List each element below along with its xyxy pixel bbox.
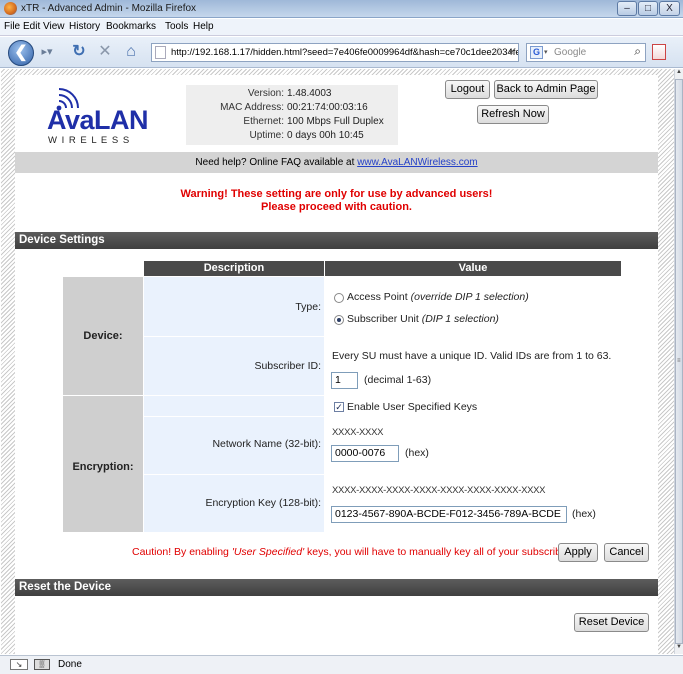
uptime-label: Uptime: bbox=[249, 130, 284, 141]
ethernet-value: 100 Mbps Full Duplex bbox=[287, 116, 384, 127]
network-name-input[interactable]: 0000-0076 bbox=[331, 445, 399, 462]
forward-dropdown-icon[interactable]: ▸▾ bbox=[36, 41, 58, 63]
scroll-grip-icon: ≡ bbox=[677, 358, 681, 364]
faq-link[interactable]: www.AvaLANWireless.com bbox=[357, 157, 477, 168]
cancel-button[interactable]: Cancel bbox=[604, 543, 649, 562]
enc-key-value-cell bbox=[325, 475, 621, 532]
subscriber-id-label: Subscriber ID: bbox=[254, 360, 321, 372]
network-name-format: XXXX-XXXX bbox=[332, 427, 384, 438]
menu-file[interactable]: File bbox=[4, 21, 20, 32]
firefox-icon bbox=[4, 2, 17, 15]
encryption-label: Encryption: bbox=[72, 461, 134, 473]
uptime-value: 0 days 00h 10:45 bbox=[287, 130, 364, 141]
menu-edit[interactable]: Edit bbox=[23, 21, 40, 32]
console-icon[interactable]: ▒ bbox=[34, 659, 50, 670]
type-label: Type: bbox=[295, 301, 321, 313]
menu-tools[interactable]: Tools bbox=[165, 21, 188, 32]
access-point-label: Access Point (override DIP 1 selection) bbox=[347, 291, 529, 303]
device-info-box: Version: 1.48.4003 MAC Address: 00:21:74… bbox=[186, 85, 398, 145]
google-icon[interactable]: G bbox=[530, 46, 543, 59]
mac-value: 00:21:74:00:03:16 bbox=[287, 102, 368, 113]
menu-bookmarks[interactable]: Bookmarks bbox=[106, 21, 156, 32]
window-title-bar: xTR - Advanced Admin - Mozilla Firefox –… bbox=[0, 0, 683, 18]
page-content: AvaLAN W I R E L E S S Version: 1.48.400… bbox=[1, 69, 674, 654]
subscriber-id-input[interactable]: 1 bbox=[331, 372, 358, 389]
minimize-button[interactable]: – bbox=[617, 1, 637, 16]
enc-key-input[interactable]: 0123-4567-890A-BCDE-F012-3456-789A-BCDE bbox=[331, 506, 567, 523]
back-arrow-icon[interactable]: ❮ bbox=[8, 40, 34, 66]
vertical-scrollbar[interactable]: ▲ ≡ ▼ bbox=[674, 69, 683, 654]
menu-help[interactable]: Help bbox=[193, 21, 214, 32]
help-text: Need help? Online FAQ available at bbox=[195, 157, 355, 168]
bookmark-star-icon[interactable]: ☆ bbox=[493, 44, 503, 61]
maximize-button[interactable]: □ bbox=[638, 1, 658, 16]
status-bar: ↘ ▒ Done bbox=[0, 655, 683, 674]
description-column-header: Description bbox=[144, 261, 324, 276]
mac-label: MAC Address: bbox=[220, 102, 284, 113]
subscriber-unit-radio[interactable] bbox=[334, 315, 344, 325]
stop-icon[interactable]: ✕ bbox=[94, 41, 116, 63]
type-value-cell bbox=[325, 277, 621, 336]
device-settings-heading: Device Settings bbox=[15, 232, 658, 249]
search-placeholder: Google bbox=[554, 47, 587, 58]
navigation-toolbar: ❮ ▸▾ ↻ ✕ ⌂ http://192.168.1.17/hidden.ht… bbox=[0, 37, 683, 68]
home-icon[interactable]: ⌂ bbox=[120, 41, 142, 63]
search-box[interactable]: G ▾ Google ⌕ bbox=[526, 43, 646, 62]
addon-icon[interactable] bbox=[652, 44, 666, 60]
subscriber-unit-label: Subscriber Unit (DIP 1 selection) bbox=[347, 313, 499, 325]
enable-keys-description-cell bbox=[144, 396, 324, 416]
page-icon bbox=[155, 46, 166, 59]
enable-keys-checkbox[interactable]: ✓ bbox=[334, 402, 344, 412]
avalan-logo: AvaLAN W I R E L E S S bbox=[45, 85, 157, 147]
status-text: Done bbox=[58, 659, 82, 670]
enable-keys-label: Enable User Specified Keys bbox=[347, 401, 478, 413]
subscriber-id-hint: (decimal 1-63) bbox=[364, 374, 432, 386]
logo-wordmark: AvaLAN bbox=[47, 105, 149, 135]
subscriber-value-cell bbox=[325, 337, 621, 395]
device-label: Device: bbox=[83, 330, 123, 342]
logout-button[interactable]: Logout bbox=[445, 80, 490, 99]
refresh-now-button[interactable]: Refresh Now bbox=[477, 105, 549, 124]
menu-view[interactable]: View bbox=[43, 21, 65, 32]
activity-icon: ↘ bbox=[10, 659, 28, 670]
url-dropdown-icon[interactable]: ▼ bbox=[507, 44, 515, 61]
window-title: xTR - Advanced Admin - Mozilla Firefox bbox=[21, 3, 197, 14]
enc-key-unit: (hex) bbox=[572, 508, 596, 520]
access-point-radio[interactable] bbox=[334, 293, 344, 303]
reset-device-heading: Reset the Device bbox=[15, 579, 658, 596]
value-column-header: Value bbox=[325, 261, 621, 276]
search-icon[interactable]: ⌕ bbox=[634, 43, 641, 60]
close-button[interactable]: X bbox=[659, 1, 680, 16]
ethernet-label: Ethernet: bbox=[243, 116, 284, 127]
enc-key-label: Encryption Key (128-bit): bbox=[205, 497, 321, 509]
menu-bar: File Edit View History Bookmarks Tools H… bbox=[0, 19, 683, 36]
version-value: 1.48.4003 bbox=[287, 88, 332, 99]
caution-text: Caution! By enabling 'User Specified' ke… bbox=[132, 546, 599, 558]
scroll-thumb[interactable]: ≡ bbox=[675, 79, 683, 644]
engine-dropdown-icon[interactable]: ▾ bbox=[544, 44, 548, 61]
apply-button[interactable]: Apply bbox=[558, 543, 598, 562]
network-name-label: Network Name (32-bit): bbox=[212, 438, 321, 450]
enc-key-format: XXXX-XXXX-XXXX-XXXX-XXXX-XXXX-XXXX-XXXX bbox=[332, 485, 546, 496]
scroll-up-icon[interactable]: ▲ bbox=[675, 69, 683, 79]
logo-tagline: W I R E L E S S bbox=[48, 135, 131, 146]
warning-line-1: Warning! These setting are only for use … bbox=[180, 188, 493, 200]
version-label: Version: bbox=[247, 88, 284, 99]
url-text: http://192.168.1.17/hidden.html?seed=7e4… bbox=[171, 47, 519, 58]
reload-icon[interactable]: ↻ bbox=[68, 41, 90, 63]
scroll-down-icon[interactable]: ▼ bbox=[675, 644, 683, 654]
back-to-admin-button[interactable]: Back to Admin Page bbox=[494, 80, 598, 99]
url-bar[interactable]: http://192.168.1.17/hidden.html?seed=7e4… bbox=[151, 43, 519, 62]
menu-history[interactable]: History bbox=[69, 21, 100, 32]
warning-line-2: Please proceed with caution. bbox=[261, 201, 412, 213]
reset-device-button[interactable]: Reset Device bbox=[574, 613, 649, 632]
help-bar: Need help? Online FAQ available at www.A… bbox=[15, 152, 658, 173]
network-name-unit: (hex) bbox=[405, 447, 429, 459]
subscriber-help-text: Every SU must have a unique ID. Valid ID… bbox=[332, 350, 612, 362]
